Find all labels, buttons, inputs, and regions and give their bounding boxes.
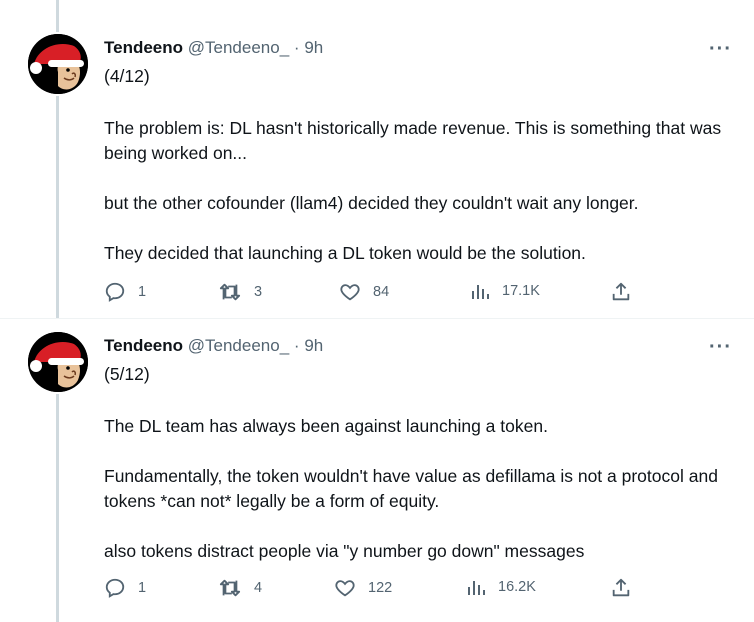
- tweet-header: Tendeeno @Tendeeno_ · 9h: [104, 335, 323, 357]
- view-count: 16.2K: [498, 579, 536, 595]
- heart-icon: [340, 284, 360, 301]
- author-handle[interactable]: @Tendeeno_: [188, 38, 289, 57]
- like-count: 122: [368, 580, 393, 596]
- reply-count: 1: [138, 580, 147, 596]
- share-button[interactable]: [610, 281, 632, 303]
- heart-icon: [335, 580, 355, 597]
- author-name[interactable]: Tendeeno: [104, 336, 183, 355]
- action-bar: 1 4 122 16.2K: [104, 577, 644, 601]
- views-icon: [472, 285, 489, 299]
- paragraph: The DL team has always been against laun…: [104, 416, 548, 436]
- paragraph: Fundamentally, the token wouldn't have v…: [104, 466, 718, 511]
- reply-count: 1: [138, 284, 147, 300]
- reply-icon: [105, 578, 125, 598]
- separator-dot: ·: [293, 38, 300, 57]
- more-icon[interactable]: ···: [709, 337, 732, 357]
- like-button[interactable]: 84: [339, 281, 389, 303]
- reply-button[interactable]: 1: [104, 281, 146, 303]
- retweet-button[interactable]: 4: [218, 577, 262, 599]
- paragraph: They decided that launching a DL token w…: [104, 243, 586, 263]
- views-button[interactable]: 16.2K: [466, 577, 536, 597]
- separator-dot: ·: [293, 336, 300, 355]
- reply-button[interactable]: 1: [104, 577, 146, 599]
- action-bar: 1 3 84 17.1K: [104, 281, 644, 305]
- more-icon[interactable]: ···: [709, 39, 732, 59]
- tweet[interactable]: Tendeeno @Tendeeno_ · 9h ··· (5/12) The …: [0, 318, 754, 622]
- thread-line: [56, 394, 59, 622]
- tweet[interactable]: Tendeeno @Tendeeno_ · 9h ··· (4/12) The …: [0, 0, 754, 318]
- timestamp[interactable]: 9h: [304, 336, 323, 355]
- avatar[interactable]: [28, 332, 88, 392]
- timestamp[interactable]: 9h: [304, 38, 323, 57]
- thread-line: [56, 96, 59, 318]
- like-count: 84: [373, 284, 390, 300]
- retweet-count: 4: [254, 580, 263, 596]
- santa-hat-avatar-icon: [28, 332, 88, 392]
- paragraph: The problem is: DL hasn't historically m…: [104, 118, 722, 163]
- like-button[interactable]: 122: [334, 577, 392, 599]
- retweet-count: 3: [254, 284, 263, 300]
- share-icon: [612, 578, 630, 597]
- tweet-text: (4/12) The problem is: DL hasn't histori…: [104, 64, 724, 266]
- paragraph: but the other cofounder (llam4) decided …: [104, 193, 639, 213]
- thread-counter: (4/12): [104, 66, 150, 86]
- views-icon: [468, 581, 485, 595]
- reply-icon: [105, 282, 125, 302]
- share-button[interactable]: [610, 577, 632, 599]
- santa-hat-avatar-icon: [28, 34, 88, 94]
- share-icon: [612, 282, 630, 301]
- view-count: 17.1K: [502, 283, 540, 299]
- retweet-icon: [219, 579, 241, 597]
- thread-counter: (5/12): [104, 364, 150, 384]
- author-name[interactable]: Tendeeno: [104, 38, 183, 57]
- paragraph: also tokens distract people via "y numbe…: [104, 541, 585, 561]
- retweet-icon: [219, 283, 241, 301]
- tweet-header: Tendeeno @Tendeeno_ · 9h: [104, 37, 323, 59]
- views-button[interactable]: 17.1K: [470, 281, 540, 301]
- author-handle[interactable]: @Tendeeno_: [188, 336, 289, 355]
- tweet-text: (5/12) The DL team has always been again…: [104, 362, 724, 564]
- retweet-button[interactable]: 3: [218, 281, 262, 303]
- avatar[interactable]: [28, 34, 88, 94]
